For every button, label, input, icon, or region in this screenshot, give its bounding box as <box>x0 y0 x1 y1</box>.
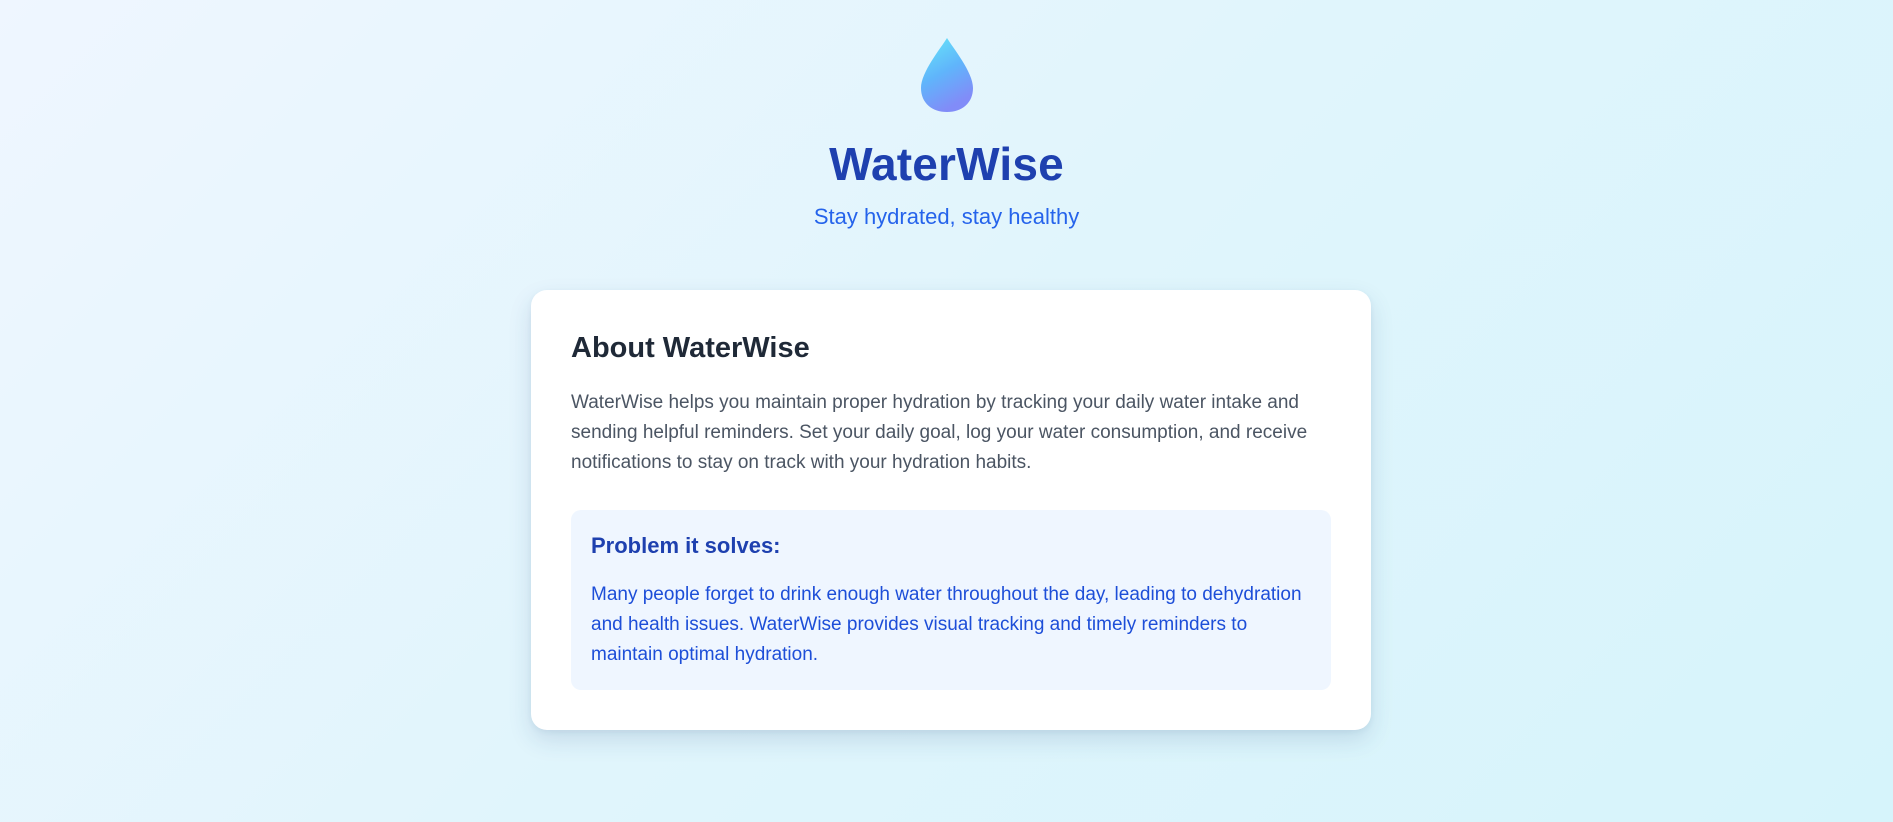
app-tagline: Stay hydrated, stay healthy <box>813 204 1080 229</box>
about-description: WaterWise helps you maintain proper hydr… <box>571 392 1308 473</box>
app-title: WaterWise <box>829 138 1064 190</box>
problem-description: Many people forget to drink enough water… <box>591 584 1302 665</box>
about-card: About WaterWise WaterWise helps you main… <box>531 290 1371 730</box>
about-title: About WaterWise <box>571 332 810 364</box>
water-drop-icon <box>919 36 975 114</box>
app-header: WaterWise Stay hydrated, stay healthy <box>0 36 1893 231</box>
problem-box: Problem it solves: Many people forget to… <box>571 510 1331 690</box>
problem-title: Problem it solves: <box>591 533 781 558</box>
